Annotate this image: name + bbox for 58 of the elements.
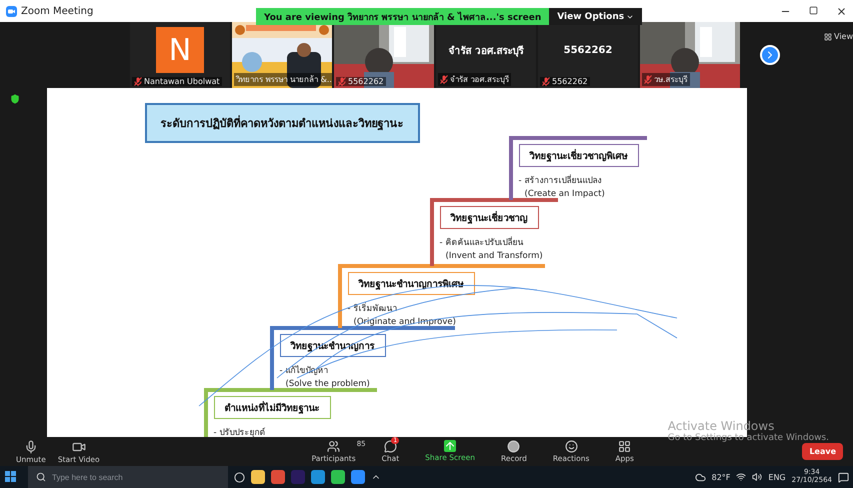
zoom-logo-icon xyxy=(6,6,17,16)
volume-icon[interactable] xyxy=(752,472,762,482)
step-heading: ตำแหน่งที่ไม่มีวิทยฐานะ xyxy=(214,396,330,419)
muted-mic-icon xyxy=(338,77,346,86)
people-icon xyxy=(327,440,340,453)
smiley-icon xyxy=(564,440,578,453)
participant-label: วิทยากร พรรษา นายกล้า &... xyxy=(236,74,332,86)
step-bullet: - ปรับประยุกต์ xyxy=(214,426,266,437)
grid-icon xyxy=(824,32,832,40)
viewing-banner: You are viewing วิทยากร พรรษา นายกล้า & ไพศาล...'s screen xyxy=(256,8,550,25)
language-indicator[interactable]: ENG xyxy=(768,472,786,482)
avatar: N xyxy=(156,27,204,73)
step-heading: วิทยฐานะเชี่ยวชาญ xyxy=(440,206,538,229)
muted-mic-icon xyxy=(644,75,652,84)
participant-label: 5562262 xyxy=(552,77,588,86)
video-tile[interactable]: วิทยากร พรรษา นายกล้า &... xyxy=(232,22,332,88)
shield-icon xyxy=(10,94,20,104)
participant-label: Nantawan Ubolwat xyxy=(144,77,220,86)
participant-name: 5562262 xyxy=(564,44,612,56)
muted-mic-icon xyxy=(542,77,550,86)
next-page-button[interactable] xyxy=(760,45,780,65)
notifications-icon[interactable] xyxy=(838,472,849,482)
search-icon xyxy=(36,472,46,482)
video-tile[interactable]: N Nantawan Ubolwat xyxy=(130,22,230,88)
temperature: 82°F xyxy=(712,472,730,482)
wifi-icon[interactable] xyxy=(736,472,746,482)
step-bullet: - คิดค้นและปรับเปลี่ยน xyxy=(440,235,524,249)
step-bullet: - สร้างการเปลี่ยนแปลง xyxy=(518,173,602,187)
participant-label: จำรัส วอศ.สระบุรี xyxy=(450,74,510,86)
maximize-icon[interactable] xyxy=(809,6,818,14)
step-heading: วิทยฐานะเชี่ยวชาญพิเศษ xyxy=(518,144,638,167)
chat-icon xyxy=(384,440,397,453)
slide-title: ระดับการปฏิบัติที่คาดหวังตามตำแหน่งและวิทยฐานะ xyxy=(144,103,420,143)
step-heading: วิทยฐานะชำนาญการพิเศษ xyxy=(348,272,474,295)
view-button[interactable]: View xyxy=(834,32,853,41)
step-bullet: - ริเริ่มพัฒนา xyxy=(348,301,398,315)
video-tile[interactable]: จำรัส วอศ.สระบุรี จำรัส วอศ.สระบุรี xyxy=(436,22,536,88)
video-tile[interactable]: 5562262 5562262 xyxy=(538,22,638,88)
window-title: Zoom Meeting xyxy=(21,6,94,16)
video-tile[interactable]: วษ.สระบุรี xyxy=(640,22,740,88)
apps-icon xyxy=(618,440,632,453)
weather-icon[interactable] xyxy=(694,472,706,482)
muted-mic-icon xyxy=(440,75,448,84)
share-screen-icon xyxy=(444,440,456,452)
participant-label: วษ.สระบุรี xyxy=(654,74,688,86)
step-english: (Create an Impact) xyxy=(524,189,605,199)
mic-off-icon xyxy=(24,440,38,454)
record-icon xyxy=(507,440,520,453)
participant-name: จำรัส วอศ.สระบุรี xyxy=(448,44,524,58)
muted-mic-icon xyxy=(134,77,142,86)
close-icon[interactable] xyxy=(836,6,847,16)
step-english: (Invent and Transform) xyxy=(446,251,543,261)
video-tile[interactable]: 5562262 xyxy=(334,22,434,88)
step-english: (Solve the problem) xyxy=(286,379,370,389)
taskbar-search-field[interactable]: Type here to search xyxy=(28,466,228,488)
view-options-button[interactable]: View Options xyxy=(549,8,642,25)
leave-button[interactable]: Leave xyxy=(802,443,843,460)
participant-label: 5562262 xyxy=(348,77,384,86)
